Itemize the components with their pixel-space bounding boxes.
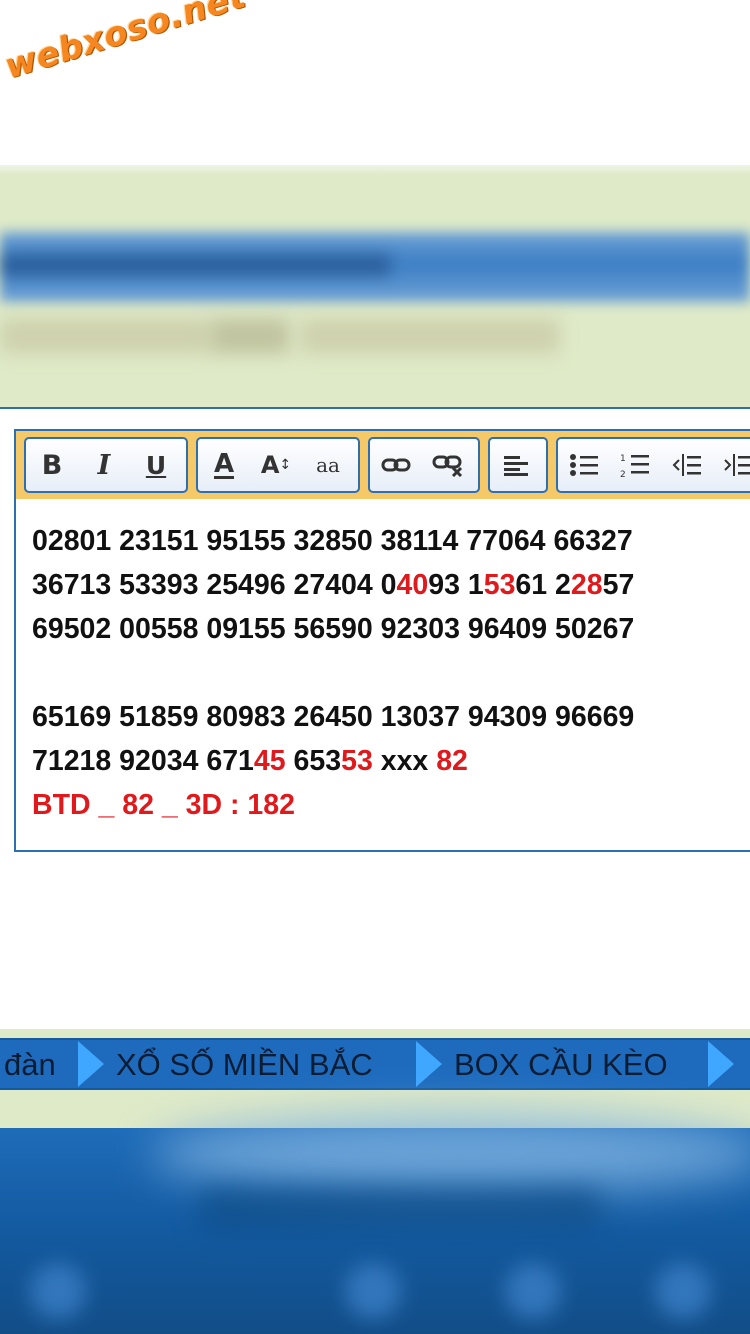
- content-line: 71218 92034 67145 65353 xxx 82: [32, 745, 468, 777]
- blurred-text: [210, 318, 290, 354]
- content-line-highlight: BTD _ 82 _ 3D : 182: [32, 789, 295, 821]
- content-line: 02801 23151 95155 32850 38114 77064 6632…: [32, 525, 633, 557]
- nav-item-xo-so-mien-bac[interactable]: XỔ SỐ MIỀN BẮC: [116, 1040, 373, 1088]
- rich-text-editor[interactable]: B I U A A ↕ aa 1 2 02801 23151 95155 328…: [14, 429, 750, 852]
- indent-icon[interactable]: [713, 439, 750, 491]
- font-size-icon[interactable]: A ↕: [250, 439, 302, 491]
- blurred-footer: [0, 1114, 750, 1334]
- numbered-list-icon[interactable]: 12: [610, 439, 662, 491]
- link-icon[interactable]: [370, 439, 422, 491]
- italic-icon[interactable]: I: [78, 439, 130, 491]
- bold-icon[interactable]: B: [26, 439, 78, 491]
- editor-content[interactable]: 02801 23151 95155 32850 38114 77064 6632…: [32, 519, 742, 827]
- svg-text:1: 1: [620, 454, 626, 464]
- content-line: 65169 51859 80983 26450 13037 94309 9666…: [32, 701, 635, 733]
- align-left-icon[interactable]: [490, 439, 542, 491]
- toolbar-group-align: [488, 437, 548, 493]
- breadcrumb-arrow-icon: [78, 1041, 104, 1087]
- bulleted-list-icon[interactable]: [558, 439, 610, 491]
- outdent-icon[interactable]: [661, 439, 713, 491]
- blurred-text: [300, 318, 560, 354]
- header-area: webxoso.net: [0, 0, 750, 175]
- toolbar-group-format: B I U: [24, 437, 188, 493]
- nav-item-forum[interactable]: đàn: [4, 1040, 56, 1088]
- font-family-icon[interactable]: aa: [302, 439, 354, 491]
- toolbar-group-link: [368, 437, 480, 493]
- breadcrumb-arrow-icon: [416, 1041, 442, 1087]
- underline-icon[interactable]: U: [130, 439, 182, 491]
- editor-toolbar: B I U A A ↕ aa 1 2: [16, 431, 750, 499]
- content-line: 69502 00558 09155 56590 92303 96409 5026…: [32, 613, 635, 645]
- toolbar-group-list: 12: [556, 437, 750, 493]
- nav-item-box-cau-keo[interactable]: BOX CẦU KÈO: [454, 1040, 668, 1088]
- unlink-icon[interactable]: [422, 439, 474, 491]
- svg-text:2: 2: [620, 470, 626, 478]
- breadcrumb-arrow-icon: [708, 1041, 734, 1087]
- content-line: 36713 53393 25496 27404 04093 15361 2285…: [32, 569, 635, 601]
- breadcrumb-nav: đàn XỔ SỐ MIỀN BẮC BOX CẦU KÈO: [0, 1038, 750, 1090]
- site-logo[interactable]: webxoso.net: [0, 0, 250, 87]
- content-blank-line: ​: [32, 651, 742, 695]
- toolbar-group-font: A A ↕ aa: [196, 437, 360, 493]
- blurred-text: [0, 318, 210, 354]
- blurred-title-bar: [0, 232, 750, 302]
- font-color-icon[interactable]: A: [198, 439, 250, 491]
